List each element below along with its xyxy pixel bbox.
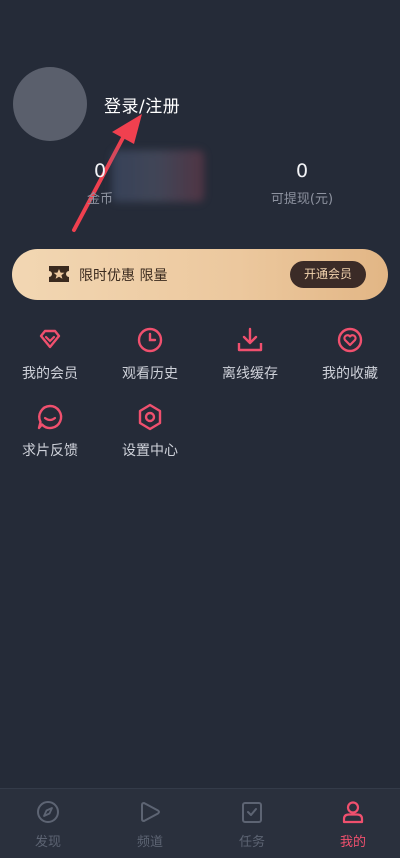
clock-icon: [135, 325, 165, 355]
tab-channels[interactable]: 频道: [110, 799, 190, 850]
tab-discover[interactable]: 发现: [8, 799, 88, 850]
compass-icon: [37, 801, 59, 823]
tab-label: 频道: [136, 835, 163, 850]
heart-icon: [335, 325, 365, 355]
menu-item-membership[interactable]: 我的会员: [0, 325, 100, 383]
menu-item-favorites[interactable]: 我的收藏: [300, 325, 400, 383]
user-icon: [342, 801, 364, 824]
ticket-star-icon: [49, 266, 69, 282]
menu-item-label: 我的会员: [22, 366, 78, 382]
coins-label: 金币: [86, 192, 113, 207]
menu-item-history[interactable]: 观看历史: [100, 325, 200, 383]
open-vip-button[interactable]: 开通会员: [289, 261, 366, 288]
menu-item-offline-cache[interactable]: 离线缓存: [200, 325, 300, 383]
task-icon: [242, 802, 262, 823]
settings-icon: [135, 402, 165, 432]
menu-item-label: 观看历史: [122, 366, 178, 382]
download-icon: [235, 325, 265, 355]
play-icon: [141, 802, 160, 822]
menu-item-settings[interactable]: 设置中心: [100, 402, 200, 460]
menu-item-label: 我的收藏: [322, 366, 378, 382]
tab-mine[interactable]: 我的: [313, 799, 393, 850]
withdrawable-label: 可提现(元): [270, 192, 334, 207]
coins-value: 0: [93, 160, 107, 182]
coins-stat[interactable]: 0 金币: [60, 160, 140, 207]
diamond-icon: [35, 325, 65, 355]
vip-promo-text: 限时优惠 限量: [79, 268, 168, 284]
bottom-tab-bar: 发现 频道 任务 我的: [0, 788, 400, 858]
menu-item-label: 离线缓存: [222, 366, 278, 382]
menu-item-label: 设置中心: [122, 443, 178, 459]
chat-icon: [35, 402, 65, 432]
profile-header: 登录/注册 0 金币 0 可提现(元): [0, 0, 400, 240]
menu-item-label: 求片反馈: [22, 443, 78, 459]
menu-item-request-feedback[interactable]: 求片反馈: [0, 402, 100, 460]
withdrawable-stat[interactable]: 0 可提现(元): [252, 160, 352, 207]
tab-label: 我的: [339, 835, 366, 850]
withdrawable-value: 0: [295, 160, 309, 182]
tab-tasks[interactable]: 任务: [212, 799, 292, 850]
vip-promo-banner[interactable]: 限时优惠 限量 开通会员: [12, 249, 388, 300]
tab-label: 任务: [238, 835, 265, 850]
tab-label: 发现: [34, 835, 61, 850]
